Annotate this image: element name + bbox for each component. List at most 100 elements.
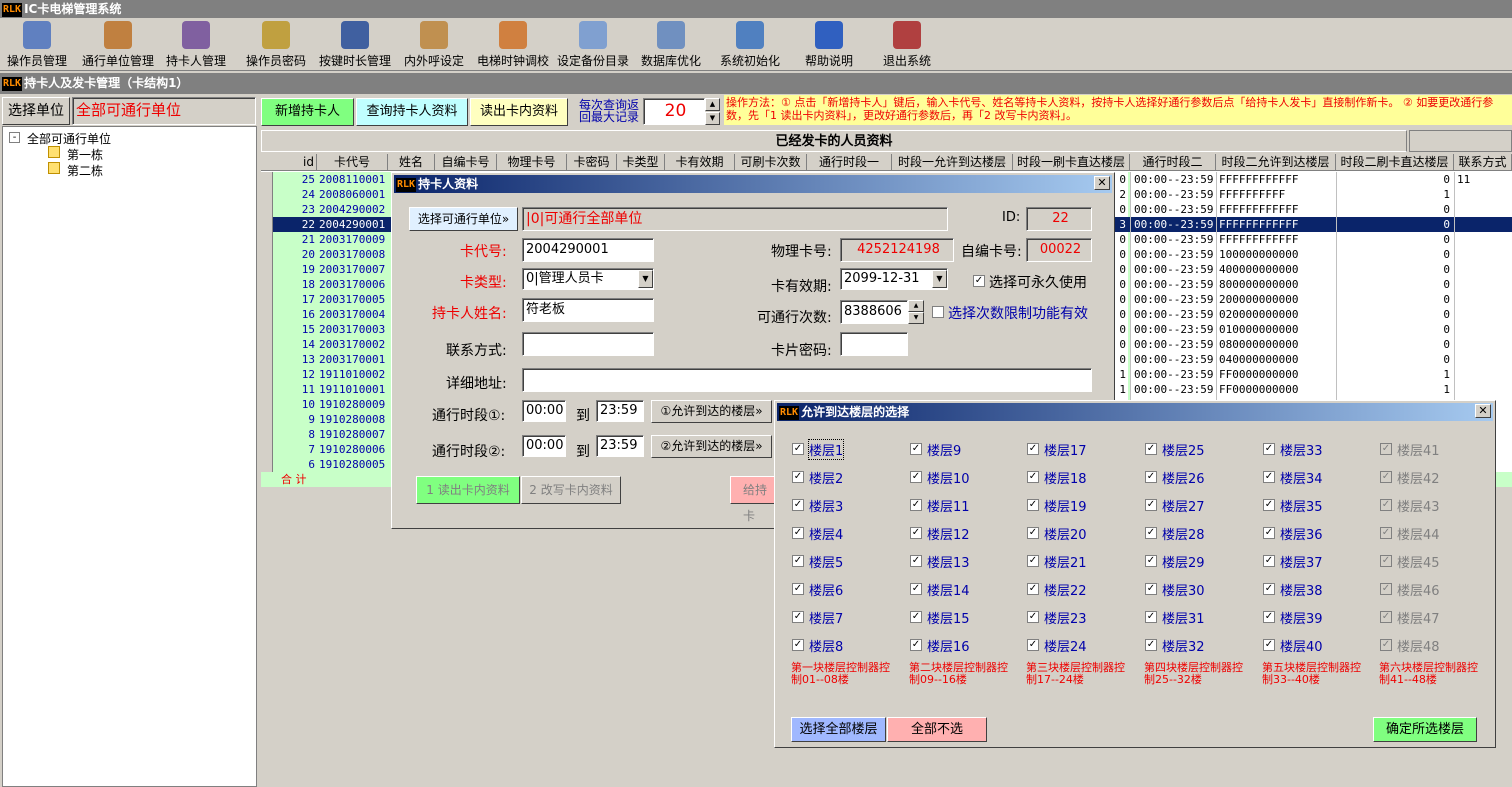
spin-down-icon[interactable]: ▼	[705, 112, 720, 125]
floor-label[interactable]: 楼层8	[809, 636, 843, 655]
select-none-button[interactable]: 全部不选	[887, 717, 987, 742]
floor-checkbox[interactable]: ✓	[910, 583, 922, 595]
time1-floors-button[interactable]: ①允许到达的楼层»	[651, 400, 772, 423]
column-header[interactable]: 时段二允许到达楼层	[1216, 154, 1336, 171]
floor-label[interactable]: 楼层35	[1280, 496, 1323, 515]
floor-checkbox[interactable]: ✓	[1145, 639, 1157, 651]
floor-checkbox[interactable]: ✓	[1380, 555, 1392, 567]
floor-checkbox[interactable]: ✓	[910, 499, 922, 511]
floor-checkbox[interactable]: ✓	[1263, 583, 1275, 595]
holder-name-input[interactable]: 符老板	[522, 298, 654, 322]
floor-label[interactable]: 楼层18	[1044, 468, 1087, 487]
issue-card-button[interactable]: 给持卡	[730, 476, 775, 523]
card-password-input[interactable]	[840, 332, 908, 356]
select-all-floors-button[interactable]: 选择全部楼层	[791, 717, 886, 742]
card-type-select[interactable]: 0|管理人员卡	[522, 268, 654, 290]
column-header[interactable]: 时段二刷卡直达楼层	[1336, 154, 1454, 171]
count-limit-checkbox[interactable]	[932, 306, 944, 318]
column-header[interactable]: 可刷卡次数	[735, 154, 807, 171]
floor-label[interactable]: 楼层21	[1044, 552, 1087, 571]
write-card-button[interactable]: 2 改写卡内资料	[521, 476, 621, 504]
floor-label[interactable]: 楼层32	[1162, 636, 1205, 655]
floor-label[interactable]: 楼层38	[1280, 580, 1323, 599]
floor-label[interactable]: 楼层19	[1044, 496, 1087, 515]
spin-up-icon[interactable]: ▲	[705, 98, 720, 111]
floor-label[interactable]: 楼层27	[1162, 496, 1205, 515]
column-header[interactable]: 通行时段一	[807, 154, 892, 171]
toolbar-button-3[interactable]: 持卡人管理	[164, 21, 228, 69]
floor-label[interactable]: 楼层43	[1397, 496, 1440, 515]
floor-checkbox[interactable]: ✓	[1380, 443, 1392, 455]
tree-item-building-2[interactable]: 第二栋	[67, 162, 103, 179]
column-header[interactable]: 物理卡号	[497, 154, 567, 171]
floor-label[interactable]: 楼层28	[1162, 524, 1205, 543]
floor-label[interactable]: 楼层36	[1280, 524, 1323, 543]
column-header[interactable]: 卡密码	[567, 154, 617, 171]
toolbar-button-10[interactable]: 系统初始化	[716, 21, 784, 69]
floor-checkbox[interactable]: ✓	[1263, 499, 1275, 511]
toolbar-button-2[interactable]: 通行单位管理	[79, 21, 157, 69]
read-card-button[interactable]: 读出卡内资料	[470, 98, 568, 126]
time2-from-input[interactable]: 00:00	[522, 435, 566, 457]
floor-label[interactable]: 楼层33	[1280, 440, 1323, 459]
floor-label[interactable]: 楼层46	[1397, 580, 1440, 599]
address-input[interactable]	[522, 368, 1092, 392]
time2-to-input[interactable]: 23:59	[596, 435, 644, 457]
floor-checkbox[interactable]: ✓	[1263, 639, 1275, 651]
floor-checkbox[interactable]: ✓	[910, 555, 922, 567]
floor-label[interactable]: 楼层47	[1397, 608, 1440, 627]
toolbar-button-7[interactable]: 电梯时钟调校	[473, 21, 553, 69]
floor-checkbox[interactable]: ✓	[792, 471, 804, 483]
max-records-input[interactable]: 20	[643, 98, 705, 125]
floor-checkbox[interactable]: ✓	[1380, 527, 1392, 539]
floor-checkbox[interactable]: ✓	[1027, 611, 1039, 623]
floor-checkbox[interactable]: ✓	[910, 443, 922, 455]
read-card-dialog-button[interactable]: 1 读出卡内资料	[416, 476, 520, 504]
toolbar-button-9[interactable]: 数据库优化	[637, 21, 705, 69]
floor-checkbox[interactable]: ✓	[792, 499, 804, 511]
floor-checkbox[interactable]: ✓	[1145, 499, 1157, 511]
floor-checkbox[interactable]: ✓	[1263, 527, 1275, 539]
floor-checkbox[interactable]: ✓	[1027, 639, 1039, 651]
column-header[interactable]: 时段一刷卡直达楼层	[1013, 154, 1130, 171]
floor-checkbox[interactable]: ✓	[1027, 443, 1039, 455]
column-header[interactable]: 时段一允许到达楼层	[892, 154, 1013, 171]
floor-checkbox[interactable]: ✓	[792, 611, 804, 623]
spin-down-icon[interactable]: ▼	[908, 312, 924, 324]
toolbar-button-1[interactable]: 操作员管理	[4, 21, 70, 69]
floor-label[interactable]: 楼层22	[1044, 580, 1087, 599]
floor-label[interactable]: 楼层10	[927, 468, 970, 487]
floor-checkbox[interactable]: ✓	[1263, 611, 1275, 623]
column-header[interactable]: 自编卡号	[435, 154, 497, 171]
floor-label[interactable]: 楼层3	[809, 496, 843, 515]
floor-checkbox[interactable]: ✓	[910, 639, 922, 651]
floor-label[interactable]: 楼层41	[1397, 440, 1440, 459]
floor-label[interactable]: 楼层44	[1397, 524, 1440, 543]
tree-item-building-1[interactable]: 第一栋	[67, 146, 103, 163]
floor-label[interactable]: 楼层20	[1044, 524, 1087, 543]
floor-label[interactable]: 楼层40	[1280, 636, 1323, 655]
floor-label[interactable]: 楼层31	[1162, 608, 1205, 627]
select-unit-button[interactable]: 选择单位	[2, 97, 70, 125]
toolbar-button-12[interactable]: 退出系统	[878, 21, 936, 69]
floor-label[interactable]: 楼层45	[1397, 552, 1440, 571]
floor-label[interactable]: 楼层29	[1162, 552, 1205, 571]
tree-root[interactable]: 全部可通行单位	[27, 130, 111, 147]
grid-tab-2[interactable]	[1409, 130, 1512, 152]
floor-label[interactable]: 楼层17	[1044, 440, 1087, 459]
column-header[interactable]: 卡类型	[617, 154, 665, 171]
floor-checkbox[interactable]: ✓	[1380, 499, 1392, 511]
floor-checkbox[interactable]: ✓	[1145, 611, 1157, 623]
floor-label[interactable]: 楼层13	[927, 552, 970, 571]
floor-checkbox[interactable]: ✓	[1145, 583, 1157, 595]
floor-checkbox[interactable]: ✓	[1145, 527, 1157, 539]
floor-checkbox[interactable]: ✓	[1027, 471, 1039, 483]
column-header[interactable]: 联系方式	[1454, 154, 1512, 171]
floor-checkbox[interactable]: ✓	[1263, 443, 1275, 455]
floor-label[interactable]: 楼层9	[927, 440, 961, 459]
floor-label[interactable]: 楼层12	[927, 524, 970, 543]
floor-checkbox[interactable]: ✓	[1380, 583, 1392, 595]
toolbar-button-5[interactable]: 按键时长管理	[316, 21, 394, 69]
permanent-checkbox[interactable]: ✓	[973, 275, 985, 287]
floor-checkbox[interactable]: ✓	[1145, 555, 1157, 567]
